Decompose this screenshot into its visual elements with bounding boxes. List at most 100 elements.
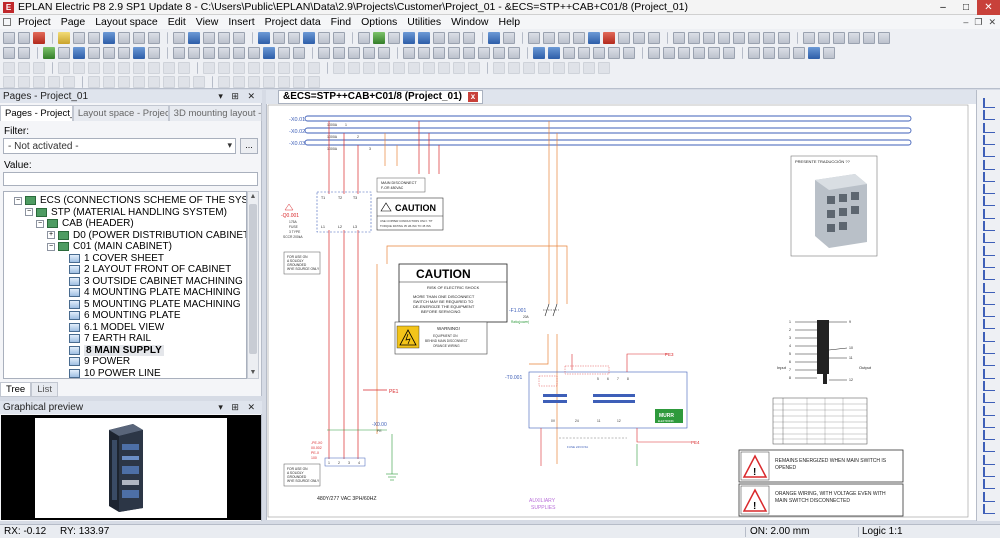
tab-layout-space[interactable]: Layout space - Project_01 xyxy=(72,105,169,121)
tree-page-item[interactable]: 6.1 MODEL VIEW xyxy=(58,322,164,334)
toolbar-button-icon[interactable] xyxy=(288,31,300,44)
toolbar-button-icon[interactable] xyxy=(293,46,305,59)
connection-symbol-icon[interactable] xyxy=(983,344,995,354)
toolbar-button-icon[interactable] xyxy=(73,46,85,59)
connection-symbol-icon[interactable] xyxy=(983,479,995,490)
tab-pages[interactable]: Pages - Project_01 xyxy=(0,105,73,121)
toolbar-button-icon[interactable] xyxy=(493,61,505,74)
toolbar-button-icon[interactable] xyxy=(348,61,360,74)
toolbar-button-icon[interactable] xyxy=(103,75,115,88)
toolbar-button-icon[interactable] xyxy=(568,61,580,74)
toolbar-button-icon[interactable] xyxy=(583,61,595,74)
toolbar-button-icon[interactable] xyxy=(18,61,30,74)
document-menu-icon[interactable] xyxy=(3,18,11,26)
toolbar-button-icon[interactable] xyxy=(218,31,230,44)
connection-symbol-icon[interactable] xyxy=(983,491,995,502)
toolbar-button-icon[interactable] xyxy=(508,46,520,59)
toolbar-button-icon[interactable] xyxy=(318,31,330,44)
toolbar-button-icon[interactable] xyxy=(293,61,305,74)
toolbar-button-icon[interactable] xyxy=(528,31,540,44)
toolbar-button-icon[interactable] xyxy=(88,61,100,74)
toolbar-button-icon[interactable] xyxy=(318,46,330,59)
collapse-icon[interactable]: − xyxy=(36,219,44,228)
tree-structure-item[interactable]: − ECS (CONNECTIONS SCHEME OF THE SYSTEM) xyxy=(14,195,246,207)
schematic-canvas[interactable]: -X0.01 -X0.02 -X0.03 1000A 1000A 1000A 1… xyxy=(266,104,976,520)
toolbar-button-icon[interactable] xyxy=(423,61,435,74)
toolbar-button-icon[interactable] xyxy=(18,31,30,44)
toolbar-button-icon[interactable] xyxy=(748,31,760,44)
toolbar-button-icon[interactable] xyxy=(163,75,175,88)
connection-symbol-icon[interactable] xyxy=(983,503,995,514)
tree-structure-item[interactable]: − STP (MATERIAL HANDLING SYSTEM) xyxy=(25,207,227,219)
connection-symbol-icon[interactable] xyxy=(983,147,995,158)
tree-structure-item[interactable]: − C01 (MAIN CABINET) xyxy=(47,241,172,253)
tree-page-item[interactable]: 2 LAYOUT FRONT OF CABINET xyxy=(58,264,231,276)
toolbar-button-icon[interactable] xyxy=(533,46,545,59)
scroll-up-icon[interactable]: ▲ xyxy=(248,192,258,202)
toolbar-button-icon[interactable] xyxy=(218,46,230,59)
toolbar-button-icon[interactable] xyxy=(363,46,375,59)
toolbar-button-icon[interactable] xyxy=(448,31,460,44)
toolbar-button-icon[interactable] xyxy=(558,31,570,44)
toolbar-button-icon[interactable] xyxy=(538,61,550,74)
toolbar-button-icon[interactable] xyxy=(363,61,375,74)
toolbar-button-icon[interactable] xyxy=(818,31,830,44)
schematic-drawing[interactable]: -X0.01 -X0.02 -X0.03 1000A 1000A 1000A 1… xyxy=(267,104,977,520)
toolbar-button-icon[interactable] xyxy=(503,31,515,44)
toolbar-button-icon[interactable] xyxy=(88,75,100,88)
toolbar-button-icon[interactable] xyxy=(633,31,645,44)
toolbar-button-icon[interactable] xyxy=(258,31,270,44)
toolbar-button-icon[interactable] xyxy=(248,75,260,88)
toolbar-button-icon[interactable] xyxy=(203,31,215,44)
toolbar-button-icon[interactable] xyxy=(408,61,420,74)
toolbar-button-icon[interactable] xyxy=(18,75,30,88)
tree-page-item[interactable]: 9 POWER xyxy=(58,356,130,368)
menu-project-data[interactable]: Project data xyxy=(260,16,326,28)
toolbar-button-icon[interactable] xyxy=(278,61,290,74)
toolbar-button-icon[interactable] xyxy=(163,61,175,74)
tree-page-item[interactable]: 5 MOUNTING PLATE MACHINING xyxy=(58,299,241,311)
toolbar-button-icon[interactable] xyxy=(148,46,160,59)
toolbar-button-icon[interactable] xyxy=(553,61,565,74)
toolbar-button-icon[interactable] xyxy=(723,46,735,59)
tree-page-item[interactable]: 7 EARTH RAIL xyxy=(58,333,151,345)
toolbar-button-icon[interactable] xyxy=(593,46,605,59)
toolbar-button-icon[interactable] xyxy=(278,46,290,59)
toolbar-button-icon[interactable] xyxy=(623,46,635,59)
toolbar-button-icon[interactable] xyxy=(603,31,615,44)
toolbar-button-icon[interactable] xyxy=(118,46,130,59)
toolbar-button-icon[interactable] xyxy=(133,31,145,44)
toolbar-button-icon[interactable] xyxy=(403,31,415,44)
toolbar-button-icon[interactable] xyxy=(673,31,685,44)
toolbar-button-icon[interactable] xyxy=(33,31,45,44)
toolbar-button-icon[interactable] xyxy=(648,31,660,44)
toolbar-button-icon[interactable] xyxy=(148,31,160,44)
toolbar-button-icon[interactable] xyxy=(33,61,45,74)
toolbar-button-icon[interactable] xyxy=(688,31,700,44)
toolbar-button-icon[interactable] xyxy=(88,31,100,44)
menu-window[interactable]: Window xyxy=(446,16,493,28)
toolbar-button-icon[interactable] xyxy=(133,75,145,88)
toolbar-button-icon[interactable] xyxy=(663,46,675,59)
menu-edit[interactable]: Edit xyxy=(163,16,191,28)
tree-structure-item[interactable]: − CAB (HEADER) xyxy=(36,218,134,230)
scroll-thumb[interactable] xyxy=(249,204,257,354)
toolbar-button-icon[interactable] xyxy=(708,46,720,59)
toolbar-button-icon[interactable] xyxy=(823,46,835,59)
connection-symbol-icon[interactable] xyxy=(983,282,995,293)
toolbar-button-icon[interactable] xyxy=(58,46,70,59)
tab-3d-mounting[interactable]: 3D mounting layout - Pr... xyxy=(168,105,263,121)
toolbar-button-icon[interactable] xyxy=(373,31,385,44)
toolbar-button-icon[interactable] xyxy=(58,31,70,44)
toolbar-button-icon[interactable] xyxy=(418,46,430,59)
toolbar-button-icon[interactable] xyxy=(648,46,660,59)
connection-symbol-icon[interactable] xyxy=(983,405,995,416)
connection-symbol-icon[interactable] xyxy=(983,430,995,441)
toolbar-button-icon[interactable] xyxy=(18,46,30,59)
toolbar-button-icon[interactable] xyxy=(333,46,345,59)
toolbar-button-icon[interactable] xyxy=(438,61,450,74)
connection-symbol-icon[interactable] xyxy=(983,233,995,244)
toolbar-button-icon[interactable] xyxy=(733,31,745,44)
tree-page-item[interactable]: 10 POWER LINE xyxy=(58,368,161,378)
toolbar-button-icon[interactable] xyxy=(848,31,860,44)
